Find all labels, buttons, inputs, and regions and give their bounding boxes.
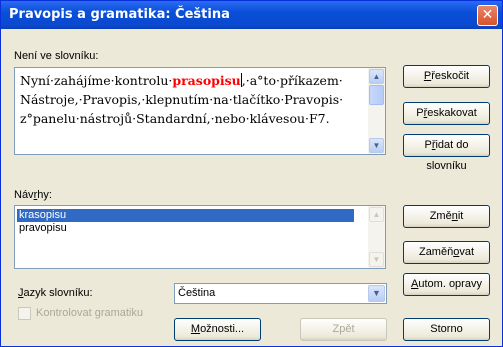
autocorrect-button[interactable]: Autom. opravy bbox=[403, 273, 490, 296]
change-button[interactable]: Změnit bbox=[403, 205, 490, 228]
spelling-dialog: Pravopis a gramatika: Čeština ✕ Není ve … bbox=[0, 0, 503, 347]
sentence-text[interactable]: Nyní·zahájíme·kontrolu·prasopisu,·a°to·p… bbox=[20, 71, 355, 128]
sentence-line-1: Nyní·zahájíme·kontrolu·prasopisu,·a°to·p… bbox=[20, 71, 355, 90]
sentence-line-3: z°panelu·nástrojů·Standardní,·nebo·kláve… bbox=[20, 111, 330, 126]
cancel-button[interactable]: Storno bbox=[403, 318, 490, 341]
window-title: Pravopis a gramatika: Čeština bbox=[9, 7, 230, 22]
chevron-down-icon[interactable]: ▼ bbox=[368, 285, 385, 302]
sentence-text-before: Nyní·zahájíme·kontrolu· bbox=[20, 73, 173, 88]
scroll-up-icon[interactable]: ▲ bbox=[369, 69, 384, 84]
dictionary-language-label: Jazyk slovníku: bbox=[18, 287, 93, 299]
dictionary-language-value: Čeština bbox=[178, 287, 216, 299]
misspelled-word: prasopisu bbox=[172, 73, 241, 88]
suggestions-list[interactable]: krasopisu pravopisu ▲ ▼ bbox=[14, 205, 386, 269]
options-button[interactable]: Možnosti... bbox=[174, 318, 261, 341]
suggestion-item-pravopisu[interactable]: pravopisu bbox=[17, 222, 67, 235]
textbox-scrollbar[interactable]: ▲ ▼ bbox=[368, 68, 385, 154]
scroll-thumb[interactable] bbox=[369, 85, 384, 105]
undo-button[interactable]: Zpět bbox=[300, 318, 387, 341]
scroll-down-icon[interactable]: ▼ bbox=[369, 138, 384, 153]
add-to-dictionary-button[interactable]: Přidat do slovníku bbox=[403, 134, 490, 172]
not-in-dictionary-label: Není ve slovníku: bbox=[14, 50, 99, 62]
list-scroll-down-icon[interactable]: ▼ bbox=[369, 252, 384, 267]
sentence-line-2: Nástroje,·Pravopis,·klepnutím·na·tlačítk… bbox=[20, 92, 344, 107]
sentence-text-after: ,·a°to·příkazem· bbox=[241, 73, 343, 88]
suggestion-item-krasopisu[interactable]: krasopisu bbox=[17, 209, 354, 222]
suggestions-label: Návrhy: bbox=[14, 189, 52, 201]
change-all-button[interactable]: Zaměňovat bbox=[403, 241, 490, 264]
close-icon[interactable]: ✕ bbox=[477, 5, 498, 26]
check-grammar-label: Kontrolovat gramatiku bbox=[36, 307, 143, 319]
dictionary-language-select[interactable]: Čeština ▼ bbox=[174, 283, 387, 304]
not-in-dictionary-textbox[interactable]: Nyní·zahájíme·kontrolu·prasopisu,·a°to·p… bbox=[14, 67, 386, 155]
ignore-all-button[interactable]: Přeskakovat bbox=[403, 102, 490, 125]
list-scrollbar[interactable]: ▲ ▼ bbox=[368, 206, 385, 268]
title-bar: Pravopis a gramatika: Čeština ✕ bbox=[1, 1, 502, 29]
check-grammar-checkbox[interactable] bbox=[18, 307, 31, 320]
ignore-button[interactable]: Přeskočit bbox=[403, 65, 490, 88]
list-scroll-up-icon[interactable]: ▲ bbox=[369, 207, 384, 222]
